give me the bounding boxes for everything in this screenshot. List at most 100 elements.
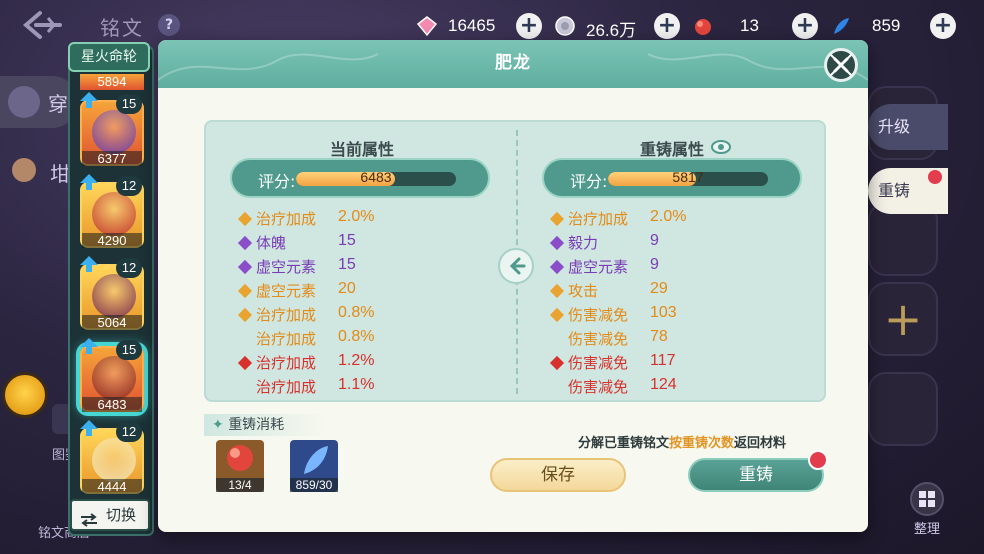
stat-value: 2.0% bbox=[338, 208, 375, 225]
back-arrow-icon[interactable] bbox=[22, 10, 64, 40]
recast-button-label: 重铸 bbox=[739, 465, 773, 485]
current-attributes-title: 当前属性 bbox=[329, 140, 394, 159]
rune-portrait bbox=[92, 274, 136, 318]
sort-button[interactable]: 整理 bbox=[904, 482, 950, 542]
rune-level: 15 bbox=[116, 94, 142, 114]
add-feather-button[interactable]: + bbox=[930, 13, 956, 39]
hint-suffix: 返回材料 bbox=[734, 436, 787, 451]
diamond-icon bbox=[549, 235, 565, 251]
add-gems-button[interactable]: + bbox=[516, 13, 542, 39]
tab-upgrade[interactable]: 升级 bbox=[868, 104, 948, 150]
current-score-value: 6483 bbox=[360, 169, 392, 185]
stat-row: 治疗加成 0.8% bbox=[237, 304, 440, 326]
coin-count: 26.6万 bbox=[586, 21, 637, 40]
diamond-icon bbox=[237, 211, 253, 227]
tab-star-wheel[interactable]: 星火命轮 bbox=[68, 42, 150, 72]
upgrade-arrow-icon bbox=[80, 92, 98, 108]
rune-card[interactable]: 12 4444 bbox=[80, 420, 144, 494]
stat-row: 伤害减免 103 bbox=[549, 304, 752, 326]
rune-level: 12 bbox=[116, 422, 142, 442]
diamond-icon bbox=[549, 211, 565, 227]
switch-button[interactable]: 切换 bbox=[70, 499, 150, 531]
diamond-icon bbox=[549, 355, 565, 371]
stat-name: 伤害减免 bbox=[568, 306, 629, 324]
stat-value: 124 bbox=[650, 376, 677, 393]
red-crystal-icon bbox=[692, 15, 714, 37]
cost-item-feather[interactable]: 859/30 bbox=[290, 440, 338, 492]
rune-score: 4290 bbox=[82, 233, 142, 248]
stat-row: 虚空元素 15 bbox=[237, 256, 440, 278]
stat-value: 1.2% bbox=[338, 352, 375, 369]
recast-score-value: 5817 bbox=[672, 169, 704, 185]
rune-card[interactable]: 12 5064 bbox=[80, 256, 144, 330]
rune-card[interactable]: 15 6483 bbox=[80, 338, 144, 412]
upgrade-arrow-icon bbox=[80, 174, 98, 190]
cost-item-crystal[interactable]: 13/4 bbox=[216, 440, 264, 492]
stat-row: 虚空元素 9 bbox=[549, 256, 752, 278]
recast-dialog: 肥龙 当前属性 评分: 6483 治疗加成 2.0% 体魄 15 虚空元素 15 虚空元素 2… bbox=[158, 40, 868, 532]
recast-score-bar: 评分: 5817 bbox=[542, 158, 802, 198]
pot-icon bbox=[12, 158, 36, 182]
page-title: 铭文 bbox=[100, 16, 144, 40]
sparkle-icon: ✦ bbox=[212, 417, 224, 433]
recast-cost-label: 重铸消耗 bbox=[228, 417, 285, 433]
add-slot-icon[interactable]: + bbox=[868, 282, 938, 356]
save-button[interactable]: 保存 bbox=[490, 458, 626, 492]
stat-name: 伤害减免 bbox=[568, 378, 629, 396]
stat-name: 虚空元素 bbox=[256, 258, 317, 276]
silver-coin-icon bbox=[554, 15, 576, 37]
hint-highlight: 按重铸次数 bbox=[669, 436, 735, 451]
currency-feather: 859 + bbox=[830, 13, 960, 39]
stat-row: 治疗加成 2.0% bbox=[549, 208, 752, 230]
diamond-icon bbox=[237, 307, 253, 323]
mascot-avatar[interactable] bbox=[2, 372, 48, 418]
add-crystal-button[interactable]: + bbox=[792, 13, 818, 39]
stat-value: 15 bbox=[338, 232, 356, 249]
rune-slot[interactable] bbox=[868, 372, 938, 446]
stat-name: 虚空元素 bbox=[568, 258, 629, 276]
rune-score: 6483 bbox=[82, 397, 142, 412]
stat-name: 治疗加成 bbox=[568, 210, 629, 228]
upgrade-arrow-icon bbox=[80, 338, 98, 354]
currency-coins: 26.6万 + bbox=[554, 13, 682, 40]
stat-value: 78 bbox=[650, 328, 668, 345]
stat-row: 治疗加成 1.1% bbox=[240, 376, 440, 398]
pen-badge-icon bbox=[928, 170, 942, 184]
diamond-icon bbox=[549, 259, 565, 275]
gem-count: 16465 bbox=[448, 16, 496, 35]
rune-score: 5064 bbox=[82, 315, 142, 330]
background-item-label: 坩 bbox=[50, 162, 70, 186]
stat-value: 9 bbox=[650, 232, 659, 249]
tab-recast[interactable]: 重铸 bbox=[868, 168, 948, 214]
recast-button[interactable]: 重铸 bbox=[688, 450, 828, 492]
blue-feather-icon bbox=[304, 446, 328, 474]
stat-name: 体魄 bbox=[256, 234, 287, 252]
add-coins-button[interactable]: + bbox=[654, 13, 680, 39]
pink-gem-icon bbox=[416, 15, 438, 37]
upgrade-arrow-icon bbox=[80, 420, 98, 436]
stat-row: 伤害减免 124 bbox=[552, 376, 752, 398]
stat-value: 15 bbox=[338, 256, 356, 273]
attribute-compare-panel: 当前属性 评分: 6483 治疗加成 2.0% 体魄 15 虚空元素 15 虚空元素 20 治疗… bbox=[204, 120, 826, 402]
rune-portrait bbox=[92, 356, 136, 400]
rune-level: 15 bbox=[116, 340, 142, 360]
crystal-count: 13 bbox=[740, 16, 759, 35]
sort-label: 整理 bbox=[913, 522, 940, 537]
stat-value: 0.8% bbox=[338, 304, 375, 321]
diamond-icon bbox=[549, 283, 565, 299]
close-icon[interactable] bbox=[824, 48, 858, 82]
background-wear-tab[interactable]: 穿 bbox=[0, 76, 78, 128]
stat-row: 伤害减免 78 bbox=[552, 328, 752, 350]
diamond-icon bbox=[237, 259, 253, 275]
eye-icon[interactable] bbox=[710, 136, 732, 158]
rune-card[interactable]: 15 6377 bbox=[80, 92, 144, 166]
stat-value: 103 bbox=[650, 304, 677, 321]
rune-level: 12 bbox=[116, 176, 142, 196]
stat-name: 治疗加成 bbox=[256, 210, 317, 228]
rune-card[interactable]: 12 4290 bbox=[80, 174, 144, 248]
cost-count: 859/30 bbox=[290, 478, 338, 492]
stat-row: 治疗加成 2.0% bbox=[237, 208, 440, 230]
compare-arrow-icon[interactable] bbox=[498, 248, 534, 284]
help-button[interactable]: ? bbox=[158, 14, 180, 36]
diamond-icon bbox=[237, 235, 253, 251]
